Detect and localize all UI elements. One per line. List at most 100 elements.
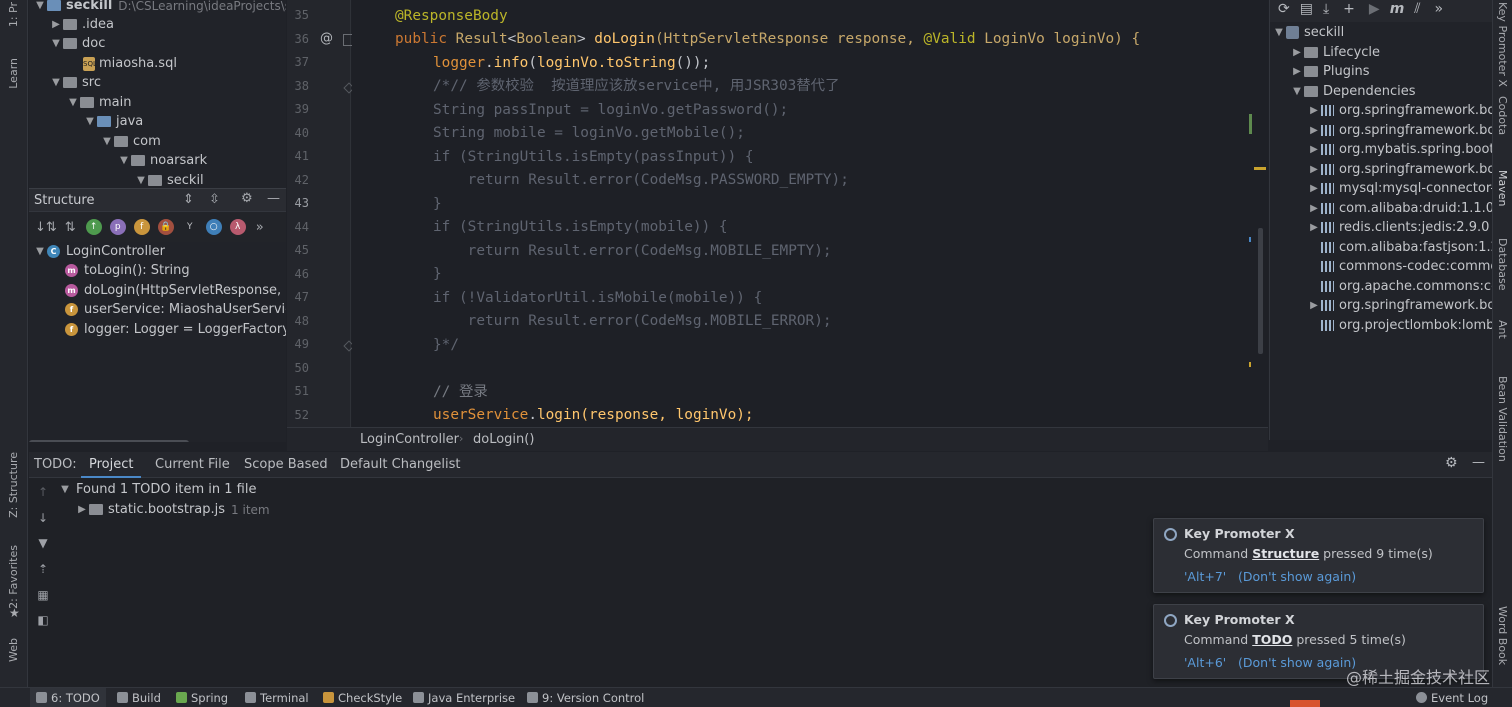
todo-summary-row[interactable]: ▼ Found 1 TODO item in 1 file	[58, 480, 256, 499]
chevron-right-icon[interactable]: ▶	[1290, 47, 1304, 58]
maven-node-plugins[interactable]: ▶ Plugins	[1290, 62, 1369, 81]
tab-scope-based[interactable]: Scope Based	[244, 452, 328, 478]
arrow-up-icon[interactable]: ↑	[36, 485, 50, 499]
reload-icon[interactable]: ⟳	[1278, 1, 1290, 17]
chevron-down-icon[interactable]: ▼	[49, 77, 63, 88]
status-version-control-tab[interactable]: 9: Version Control	[527, 688, 644, 707]
chevron-right-icon[interactable]: ▶	[1290, 66, 1304, 77]
ant-tool-tab[interactable]: Ant	[1496, 320, 1509, 339]
breadcrumb-class[interactable]: LoginController	[360, 432, 459, 447]
minimize-icon[interactable]: —	[267, 191, 280, 206]
chevron-right-icon[interactable]: ▶	[49, 19, 63, 30]
status-checkstyle-tab[interactable]: CheckStyle	[323, 688, 402, 707]
chevron-down-icon[interactable]: ▼	[33, 0, 47, 11]
structure-member[interactable]: f logger: Logger = LoggerFactory	[65, 320, 286, 339]
download-icon[interactable]: ⤓	[1323, 1, 1329, 17]
maven-tool-tab[interactable]: Maven	[1496, 170, 1509, 206]
chevron-right-icon[interactable]: ▶	[1307, 183, 1321, 194]
learn-tool-tab[interactable]: Learn	[7, 58, 20, 89]
chevron-down-icon[interactable]: ▼	[66, 97, 80, 108]
chevron-right-icon[interactable]: ▶	[1307, 222, 1321, 233]
filter-icon[interactable]: ▼	[36, 536, 50, 550]
tree-item-miaosha-sql[interactable]: SQL miaosha.sql	[83, 54, 177, 73]
tree-item-doc[interactable]: ▼ doc	[49, 34, 105, 53]
status-java-enterprise-tab[interactable]: Java Enterprise	[413, 688, 515, 707]
maven-dependency[interactable]: org.apache.commons:com	[1321, 277, 1492, 296]
maven-node-dependencies[interactable]: ▼ Dependencies	[1290, 82, 1415, 101]
breadcrumb-method[interactable]: doLogin()	[473, 432, 534, 447]
maven-dependency[interactable]: ▶ org.springframework.boot	[1307, 101, 1492, 120]
database-tool-tab[interactable]: Database	[1496, 238, 1509, 291]
tree-item-src[interactable]: ▼ src	[49, 73, 101, 92]
run-icon[interactable]: ▶	[1369, 1, 1380, 17]
structure-member[interactable]: m doLogin(HttpServletResponse, L	[65, 281, 286, 300]
chevron-right-icon[interactable]: ▶	[1307, 300, 1321, 311]
show-lambdas-icon[interactable]: ○	[205, 219, 222, 235]
chevron-right-icon[interactable]: ▶	[1307, 144, 1321, 155]
codota-tool-tab[interactable]: Codota	[1496, 96, 1509, 135]
chevron-down-icon[interactable]: ▼	[33, 246, 47, 257]
add-folder-icon[interactable]: ▤	[1300, 1, 1313, 17]
structure-member[interactable]: m toLogin(): String	[65, 261, 190, 280]
tab-default-changelist[interactable]: Default Changelist	[340, 452, 461, 478]
structure-class-row[interactable]: ▼ C LoginController	[33, 242, 165, 261]
chevron-down-icon[interactable]: ▼	[49, 38, 63, 49]
maven-node-lifecycle[interactable]: ▶ Lifecycle	[1290, 43, 1380, 62]
chevron-down-icon[interactable]: ▼	[100, 136, 114, 147]
show-anonymous-icon[interactable]: Y	[182, 219, 198, 235]
implements-marker-icon[interactable]: @	[320, 31, 333, 46]
skip-tests-icon[interactable]: ⫽	[1414, 1, 1420, 17]
status-spring-tab[interactable]: Spring	[176, 688, 228, 707]
chevron-down-icon[interactable]: ▼	[58, 484, 72, 495]
collapse-all-icon[interactable]: ⇳	[209, 192, 220, 207]
word-book-tool-tab[interactable]: Word Book	[1496, 606, 1509, 665]
notification-shortcut-link[interactable]: 'Alt+6'	[1184, 655, 1226, 670]
group-icon[interactable]: ▦	[36, 588, 50, 602]
chevron-right-icon[interactable]: ▶	[1307, 164, 1321, 175]
tree-item-seckil[interactable]: ▼ seckil	[134, 171, 204, 188]
web-tool-tab[interactable]: Web	[7, 638, 20, 662]
editor-vertical-scrollbar[interactable]	[1258, 228, 1263, 354]
chevron-down-icon[interactable]: ▼	[134, 175, 148, 186]
structure-horizontal-scrollbar[interactable]	[29, 440, 189, 442]
chevron-down-icon[interactable]: ▼	[117, 155, 131, 166]
chevron-right-icon[interactable]: ▶	[1307, 125, 1321, 136]
show-properties-icon[interactable]: p	[109, 219, 126, 235]
chevron-down-icon[interactable]: ▼	[1272, 27, 1286, 38]
chevron-down-icon[interactable]: ▼	[1290, 86, 1304, 97]
show-fields-icon[interactable]: f	[133, 219, 150, 235]
show-lambda-icon[interactable]: λ	[229, 219, 246, 235]
tab-current-file[interactable]: Current File	[155, 452, 230, 478]
status-event-log[interactable]: Event Log	[1416, 688, 1488, 707]
key-promoter-tool-tab[interactable]: Key Promoter X	[1496, 2, 1509, 87]
chevron-right-icon[interactable]: ▶	[1307, 203, 1321, 214]
show-inherited-icon[interactable]: ↑	[85, 219, 102, 235]
maven-root-row[interactable]: ▼ seckill	[1272, 23, 1344, 42]
status-terminal-tab[interactable]: Terminal	[245, 688, 309, 707]
maven-dependency[interactable]: ▶ mysql:mysql-connector-ja	[1307, 179, 1492, 198]
chevron-down-icon[interactable]: ▼	[83, 116, 97, 127]
more-icon[interactable]: »	[256, 220, 264, 235]
maven-dependency[interactable]: org.projectlombok:lombo	[1321, 316, 1492, 335]
more-icon[interactable]: »	[1435, 1, 1444, 17]
todo-file-row[interactable]: ▶ static.bootstrap.js 1 item	[75, 500, 269, 519]
maven-dependency[interactable]: ▶ org.springframework.boot	[1307, 296, 1492, 315]
sort-alpha-icon[interactable]: ↓⇅	[35, 220, 57, 235]
dont-show-again-link[interactable]: (Don't show again)	[1238, 569, 1356, 584]
gear-icon[interactable]: ⚙	[1445, 455, 1458, 471]
tree-item-idea[interactable]: ▶ .idea	[49, 15, 114, 34]
arrow-down-icon[interactable]: ↓	[36, 511, 50, 525]
project-root-row[interactable]: ▼ seckill D:\CSLearning\ideaProjects\sec	[33, 0, 286, 15]
preview-icon[interactable]: ⇡	[36, 562, 50, 576]
expand-all-icon[interactable]: ⇕	[183, 192, 194, 207]
maven-goal-icon[interactable]: m	[1390, 1, 1405, 17]
add-icon[interactable]: +	[1343, 1, 1355, 17]
notification-shortcut-link[interactable]: 'Alt+7'	[1184, 569, 1226, 584]
tab-project[interactable]: Project	[81, 452, 142, 478]
maven-dependency[interactable]: commons-codec:common	[1321, 257, 1492, 276]
status-build-tab[interactable]: Build	[117, 688, 161, 707]
maven-dependency[interactable]: ▶ org.mybatis.spring.boot:m	[1307, 140, 1492, 159]
tree-item-java[interactable]: ▼ java	[83, 112, 143, 131]
maven-dependency[interactable]: ▶ org.springframework.boot	[1307, 160, 1492, 179]
key-promoter-notification[interactable]: Key Promoter X Command Structure pressed…	[1153, 518, 1484, 593]
